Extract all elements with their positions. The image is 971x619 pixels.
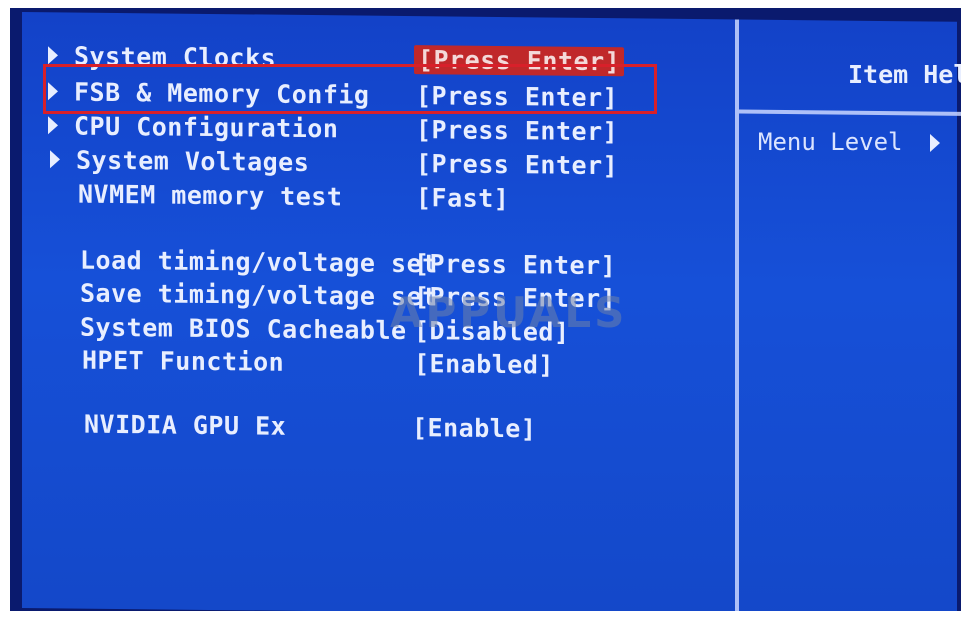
menu-item-value[interactable]: [Enable] (412, 413, 536, 443)
menu-item-label: Load timing/voltage set (80, 245, 438, 278)
menu-item-label: System Voltages (76, 145, 310, 177)
menu-item-label: NVIDIA GPU Ex (84, 409, 287, 441)
menu-item-nvidia-gpu-ex[interactable]: NVIDIA GPU Ex [Enable] (22, 406, 722, 447)
help-header-divider (739, 109, 961, 116)
item-help-title: Item Help (848, 60, 961, 89)
menu-level-arrow-icon (930, 134, 940, 152)
panel-divider (735, 19, 739, 611)
menu-item-hpet-function[interactable]: HPET Function [Enabled] (22, 342, 722, 383)
submenu-arrow-icon (50, 150, 60, 169)
menu-item-value[interactable]: [Press Enter] (416, 115, 618, 146)
menu-item-label: CPU Configuration (74, 111, 339, 143)
menu-level-label: Menu Level (758, 128, 903, 156)
menu-item-value[interactable]: [Fast] (416, 183, 509, 213)
menu-item-label: HPET Function (82, 345, 285, 377)
menu-item-value[interactable]: [Press Enter] (416, 149, 618, 180)
menu-item-nvmem-memory-test[interactable]: NVMEM memory test [Fast] (22, 176, 722, 217)
annotation-highlight-box (43, 64, 657, 114)
menu-item-label: NVMEM memory test (78, 179, 343, 211)
submenu-arrow-icon (48, 116, 58, 135)
menu-item-value[interactable]: [Press Enter] (414, 249, 616, 280)
watermark-logo: APPUALS (390, 288, 628, 337)
submenu-arrow-icon (48, 46, 58, 65)
menu-item-label: Save timing/voltage set (80, 278, 438, 311)
menu-item-value[interactable]: [Enabled] (414, 349, 554, 379)
menu-item-label: System BIOS Cacheable (80, 312, 407, 345)
